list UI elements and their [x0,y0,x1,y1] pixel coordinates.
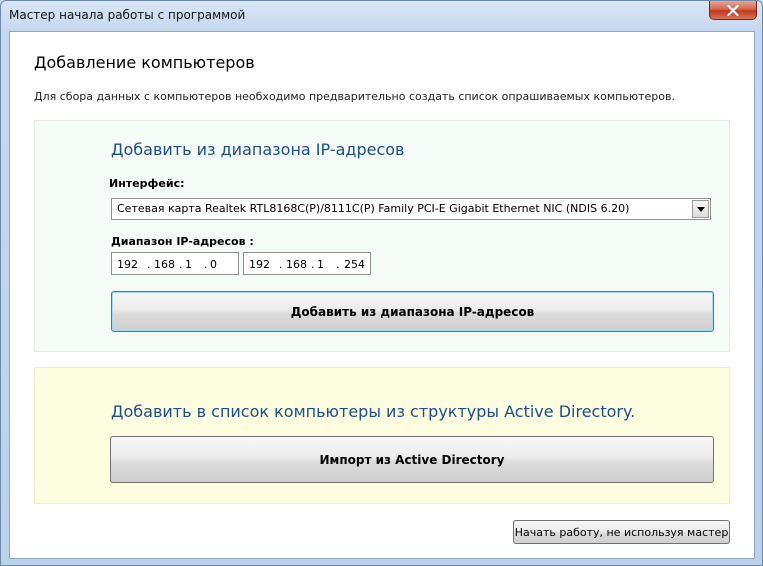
ip-to-octet-4[interactable]: 254 [344,258,365,271]
ip-dot: . [179,258,183,271]
ip-dot: . [147,258,151,271]
ip-from-octet-2[interactable]: 168 [154,258,175,271]
interface-select-value: Сетевая карта Realtek RTL8168C(P)/8111C(… [117,202,630,215]
wizard-window: Мастер начала работы с программой Добавл… [0,0,763,566]
ip-to-input[interactable]: 192 . 168 . 1 . 254 [243,252,371,275]
ip-to-octet-3[interactable]: 1 [317,258,324,271]
ip-dot: . [336,258,340,271]
client-area: Добавление компьютеров Для сбора данных … [9,31,755,559]
interface-select[interactable]: Сетевая карта Realtek RTL8168C(P)/8111C(… [111,198,711,220]
ip-range-panel: Добавить из диапазона IP-адресов Интерфе… [34,120,730,352]
ip-to-octet-1[interactable]: 192 [249,258,270,271]
ip-to-octet-2[interactable]: 168 [286,258,307,271]
ip-dot: . [204,258,208,271]
title-bar[interactable]: Мастер начала работы с программой [1,1,762,31]
interface-label: Интерфейс: [109,177,185,190]
chevron-down-icon [696,206,705,212]
ip-range-heading: Добавить из диапазона IP-адресов [111,140,405,159]
ip-from-octet-3[interactable]: 1 [185,258,192,271]
page-description: Для сбора данных с компьютеров необходим… [34,90,675,103]
dropdown-arrow-button[interactable] [692,200,709,218]
skip-wizard-button[interactable]: Начать работу, не используя мастер [513,520,730,544]
ip-range-label: Диапазон IP-адресов : [111,235,254,248]
ip-from-octet-1[interactable]: 192 [117,258,138,271]
page-title: Добавление компьютеров [34,53,255,72]
close-button[interactable] [709,1,757,20]
close-icon [727,4,739,16]
ip-from-octet-4[interactable]: 0 [210,258,217,271]
window-title: Мастер начала работы с программой [9,8,246,22]
active-directory-panel: Добавить в список компьютеры из структур… [34,367,730,504]
ip-from-input[interactable]: 192 . 168 . 1 . 0 [111,252,239,275]
ip-dot: . [279,258,283,271]
add-ip-range-button[interactable]: Добавить из диапазона IP-адресов [111,291,714,332]
active-directory-heading: Добавить в список компьютеры из структур… [111,402,636,421]
import-active-directory-button[interactable]: Импорт из Active Directory [110,436,714,483]
ip-dot: . [311,258,315,271]
